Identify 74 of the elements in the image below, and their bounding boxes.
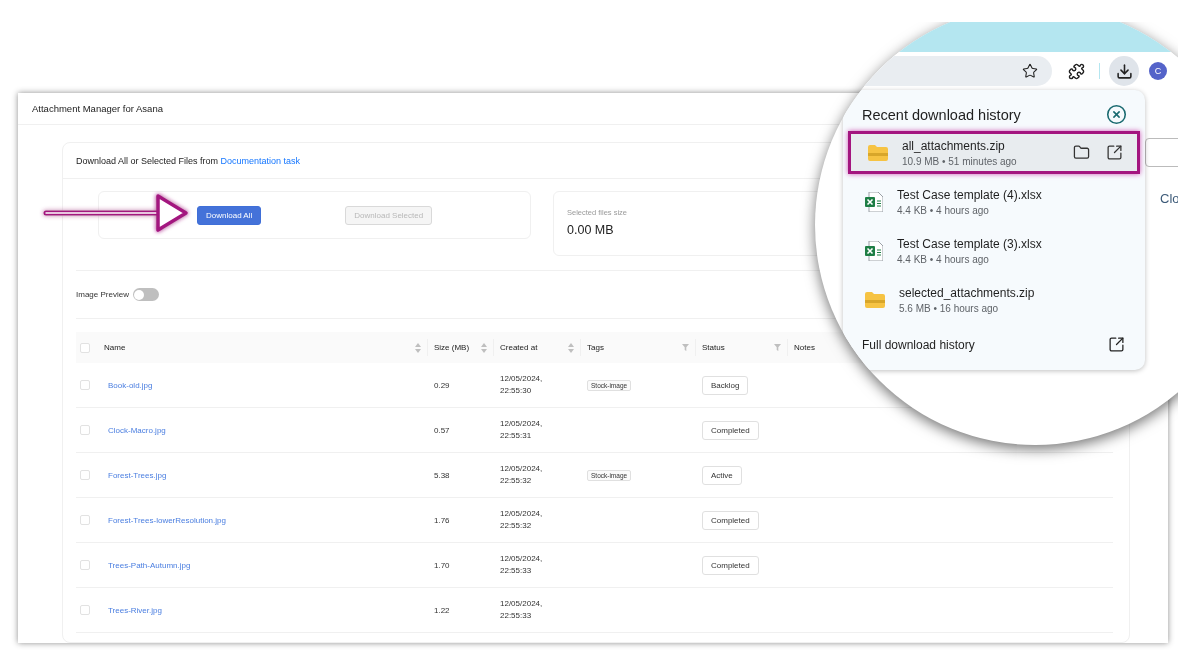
spreadsheet-icon <box>865 240 883 261</box>
created-text: 12/05/2024, 22:55:33 <box>500 552 544 577</box>
created-text: 12/05/2024, 22:55:32 <box>500 507 544 532</box>
status-chip: Active <box>702 465 742 485</box>
zip-folder-icon <box>868 144 888 161</box>
file-link[interactable]: Trees-Path-Autumn.jpg <box>104 560 191 570</box>
file-link[interactable]: Forest-Trees-lowerResolution.jpg <box>104 515 226 525</box>
file-meta: 10.9 MB • 51 minutes ago <box>902 155 1018 167</box>
created-text: 12/05/2024, 22:55:31 <box>500 417 544 442</box>
download-item[interactable]: Test Case template (3).xlsx 4.4 KB • 4 hours ago <box>843 226 1145 275</box>
full-history-link[interactable]: Full download history <box>862 337 975 352</box>
size-text: 0.29 <box>434 380 450 390</box>
status-chip: Completed <box>702 555 759 575</box>
column-header: Tags <box>587 343 604 352</box>
size-text: 0.57 <box>434 425 450 435</box>
row-checkbox[interactable] <box>80 560 90 570</box>
column-header: Size (MB) <box>434 343 470 352</box>
file-meta: 4.4 KB • 4 hours ago <box>897 204 990 216</box>
file-name: selected_attachments.zip <box>899 285 1036 300</box>
file-link[interactable]: Forest-Trees.jpg <box>104 470 167 480</box>
zip-folder-icon <box>865 291 885 308</box>
column-header: Notes <box>794 343 815 352</box>
created-text: 12/05/2024, 22:55:33 <box>500 597 544 622</box>
status-chip: Backlog <box>702 375 749 395</box>
size-text: 5.38 <box>434 470 450 480</box>
star-icon[interactable] <box>1022 63 1038 79</box>
file-name: Test Case template (4).xlsx <box>897 187 1043 202</box>
task-link[interactable]: Documentation task <box>220 155 301 166</box>
created-text: 12/05/2024, 22:55:32 <box>500 462 544 487</box>
download-item[interactable]: Test Case template (4).xlsx 4.4 KB • 4 hours ago <box>843 177 1145 226</box>
size-value: 0.00 MB <box>567 223 615 237</box>
created-text: 12/05/2024, 22:55:30 <box>500 372 544 397</box>
filter-icon[interactable] <box>682 344 689 351</box>
file-link[interactable]: Book-old.jpg <box>104 380 153 390</box>
row-checkbox[interactable] <box>80 470 90 480</box>
filter-icon[interactable] <box>774 344 781 351</box>
close-icon[interactable] <box>1106 104 1127 125</box>
card-heading: Download All or Selected Files from Documentation task <box>76 155 301 166</box>
file-name: all_attachments.zip <box>902 138 1006 153</box>
file-meta: 5.6 MB • 16 hours ago <box>899 302 1000 314</box>
folder-icon[interactable] <box>1073 144 1090 161</box>
image-preview-switch[interactable] <box>132 288 159 301</box>
download-item[interactable]: all_attachments.zip 10.9 MB • 51 minutes ago <box>848 131 1140 174</box>
open-external-icon[interactable] <box>1106 144 1123 161</box>
sort-icon[interactable] <box>568 342 574 353</box>
size-text: 1.76 <box>434 515 450 525</box>
column-header: Created at <box>500 343 538 352</box>
row-checkbox[interactable] <box>80 425 90 435</box>
select-all-checkbox[interactable] <box>80 342 90 353</box>
download-icon[interactable] <box>1109 56 1139 86</box>
spreadsheet-icon <box>865 191 883 212</box>
avatar[interactable]: C <box>1149 62 1167 80</box>
sort-icon[interactable] <box>481 342 487 353</box>
popup-title: Recent download history <box>862 106 1021 123</box>
file-link[interactable]: Trees-River.jpg <box>104 605 162 615</box>
file-name: Test Case template (3).xlsx <box>897 236 1043 251</box>
column-header: Status <box>702 343 725 352</box>
row-checkbox[interactable] <box>80 380 90 390</box>
download-item[interactable]: selected_attachments.zip 5.6 MB • 16 hours ago <box>843 275 1145 324</box>
window-title: Attachment Manager for Asana <box>32 103 163 114</box>
file-link[interactable]: Clock-Macro.jpg <box>104 425 166 435</box>
toggle-label: Image Preview <box>76 290 129 299</box>
download-button[interactable]: Download All <box>197 205 262 225</box>
file-meta: 4.4 KB • 4 hours ago <box>897 253 990 265</box>
column-header: Name <box>104 343 126 352</box>
size-text: 1.70 <box>434 560 450 570</box>
open-external-icon[interactable] <box>1108 336 1125 353</box>
size-text: 1.22 <box>434 605 450 615</box>
row-checkbox[interactable] <box>80 605 90 615</box>
status-chip: Completed <box>702 510 759 530</box>
row-checkbox[interactable] <box>80 515 90 525</box>
sort-icon[interactable] <box>415 342 421 353</box>
status-chip: Completed <box>702 420 759 440</box>
puzzle-icon[interactable] <box>1068 62 1085 80</box>
